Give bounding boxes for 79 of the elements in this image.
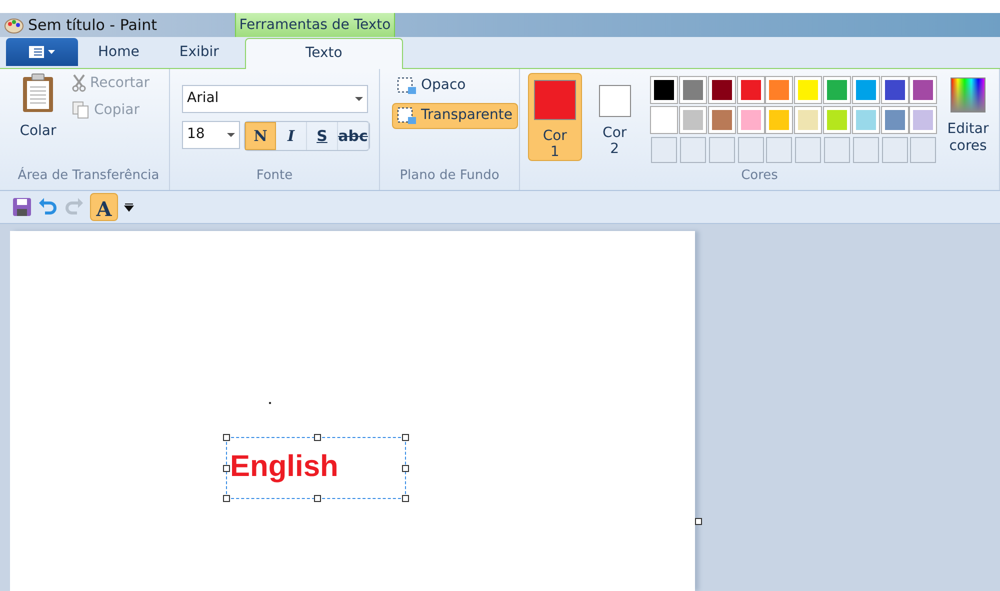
palette-swatch[interactable] xyxy=(824,76,850,103)
color-selector[interactable]: Cor 1 xyxy=(528,72,582,161)
palette-swatch[interactable] xyxy=(738,76,764,103)
menu-icon xyxy=(28,46,56,58)
text-box-icon xyxy=(397,106,417,125)
palette-icon xyxy=(4,16,24,34)
caret-icon xyxy=(355,96,363,101)
palette-swatch[interactable] xyxy=(708,106,735,133)
palette-swatch[interactable] xyxy=(680,76,706,103)
resize-handle[interactable] xyxy=(223,495,230,502)
resize-handle[interactable] xyxy=(402,434,409,441)
empty-color-slot[interactable] xyxy=(852,136,879,163)
customize-caret-icon[interactable] xyxy=(124,202,134,212)
font-style-button[interactable]: N xyxy=(245,122,276,150)
font-style-button[interactable]: I xyxy=(276,122,307,150)
palette-swatch[interactable] xyxy=(795,106,822,133)
palette-swatch[interactable] xyxy=(852,76,879,103)
window-title: Sem título - Paint xyxy=(28,14,157,36)
undo-icon[interactable] xyxy=(38,196,58,217)
context-tab-group: Ferramentas de Texto xyxy=(234,12,395,38)
copy-icon xyxy=(72,101,90,120)
font-size-dropdown[interactable]: 18 xyxy=(182,120,240,149)
ribbon-tab[interactable]: Exibir xyxy=(159,38,239,68)
palette-swatch[interactable] xyxy=(824,106,850,133)
resize-handle[interactable] xyxy=(402,495,409,502)
empty-color-slot[interactable] xyxy=(795,136,822,163)
background-option[interactable]: Transparente xyxy=(392,102,518,129)
paste-button[interactable]: Colar xyxy=(16,72,60,143)
empty-color-slot[interactable] xyxy=(766,136,792,163)
palette-swatch[interactable] xyxy=(680,106,706,133)
empty-color-slot[interactable] xyxy=(708,136,735,163)
resize-handle[interactable] xyxy=(314,434,321,441)
drawing-canvas[interactable]: English xyxy=(10,231,695,591)
group-label: Plano de Fundo xyxy=(398,167,500,186)
save-icon[interactable] xyxy=(12,196,32,217)
palette-swatch[interactable] xyxy=(708,76,735,103)
font-family-dropdown[interactable]: Arial xyxy=(182,84,368,113)
ribbon-tab[interactable]: Home xyxy=(78,38,160,68)
font-style-button[interactable]: S xyxy=(307,122,338,150)
palette-swatch[interactable] xyxy=(651,76,678,103)
palette-swatch[interactable] xyxy=(882,76,908,103)
edit-colors-button[interactable]: Editar cores xyxy=(945,72,992,166)
group-label: Cores xyxy=(740,167,779,186)
palette-swatch[interactable] xyxy=(882,106,908,133)
resize-handle[interactable] xyxy=(314,495,321,502)
text-tool-button[interactable]: A xyxy=(90,192,118,221)
empty-color-slot[interactable] xyxy=(910,136,936,163)
group-label: Fonte xyxy=(255,167,294,186)
resize-handle[interactable] xyxy=(223,434,230,441)
empty-color-slot[interactable] xyxy=(824,136,850,163)
clipboard-icon xyxy=(22,72,54,113)
palette-swatch[interactable] xyxy=(766,76,792,103)
palette-swatch[interactable] xyxy=(766,106,792,133)
ribbon-tab[interactable]: Texto xyxy=(244,38,403,69)
resize-handle[interactable] xyxy=(402,465,409,472)
text-box[interactable]: English xyxy=(226,437,406,499)
caret-icon xyxy=(227,132,235,137)
resize-handle[interactable] xyxy=(223,465,230,472)
scissors-icon xyxy=(72,74,86,92)
palette-swatch[interactable] xyxy=(910,76,936,103)
group-label: Área de Transferência xyxy=(16,166,160,186)
empty-color-slot[interactable] xyxy=(882,136,908,163)
palette-swatch[interactable] xyxy=(852,106,879,133)
empty-color-slot[interactable] xyxy=(738,136,764,163)
color-selector[interactable]: Cor 2 xyxy=(588,72,642,161)
palette-swatch[interactable] xyxy=(795,76,822,103)
empty-color-slot[interactable] xyxy=(651,136,678,163)
app-menu-button[interactable] xyxy=(6,38,78,66)
background-option[interactable]: Opaco xyxy=(392,72,518,99)
palette-swatch[interactable] xyxy=(910,106,936,133)
font-style-button[interactable]: abc xyxy=(338,122,369,150)
text-box-icon xyxy=(397,76,417,95)
canvas-resize-handle[interactable] xyxy=(695,518,702,525)
spectrum-icon xyxy=(950,76,986,113)
empty-color-slot[interactable] xyxy=(680,136,706,163)
palette-swatch[interactable] xyxy=(651,106,678,133)
palette-swatch[interactable] xyxy=(738,106,764,133)
redo-icon[interactable] xyxy=(64,196,84,217)
typed-text: English xyxy=(230,449,338,485)
